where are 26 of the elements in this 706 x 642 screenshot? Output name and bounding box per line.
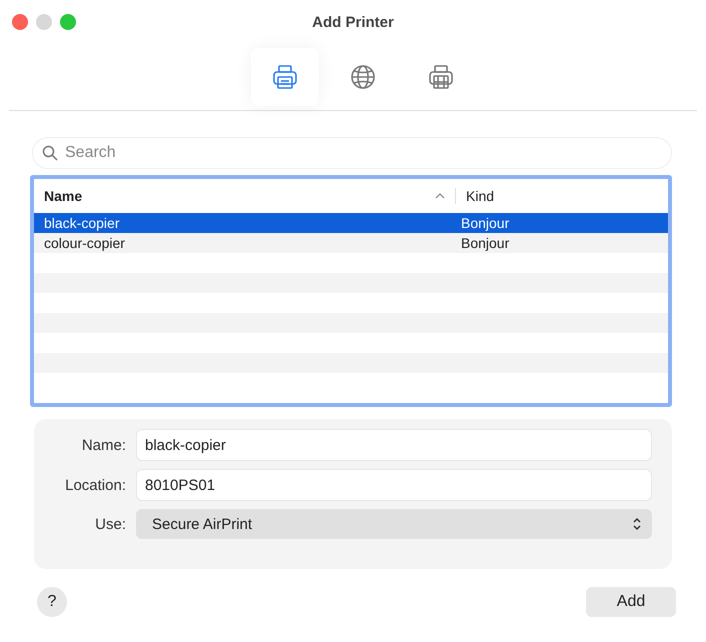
sort-caret-icon [435, 193, 445, 199]
globe-icon [349, 63, 377, 91]
close-button[interactable] [12, 14, 28, 30]
field-label: Name: [80, 436, 126, 454]
add-button[interactable]: Add [586, 587, 676, 617]
toolbar-tab[interactable] [251, 48, 319, 106]
field-label: Location: [64, 476, 126, 494]
chevron-updown-icon [632, 517, 642, 531]
table-row[interactable]: black-copier Bonjour [34, 213, 668, 233]
printer-icon [271, 63, 299, 91]
table-cell-text: colour-copier [43, 235, 126, 251]
name-field[interactable]: black-copier [136, 429, 652, 461]
search-field[interactable]: Search [32, 137, 672, 169]
table-row[interactable]: colour-copier Bonjour [34, 233, 668, 253]
table-cell-text: Bonjour [460, 235, 510, 251]
column-header[interactable]: Kind [466, 188, 494, 204]
table-cell-text: Bonjour [460, 215, 510, 231]
location-field[interactable]: 8010PS01 [136, 469, 652, 501]
column-header[interactable]: Name [44, 188, 82, 204]
printer-icon [427, 63, 455, 91]
help-button[interactable]: ? [37, 587, 67, 617]
zoom-button[interactable] [60, 14, 76, 30]
table-cell-text: black-copier [43, 215, 120, 231]
window-title: Add Printer [312, 14, 394, 30]
field-label: Use: [94, 516, 126, 532]
use-dropdown[interactable]: Secure AirPrint [136, 509, 652, 539]
